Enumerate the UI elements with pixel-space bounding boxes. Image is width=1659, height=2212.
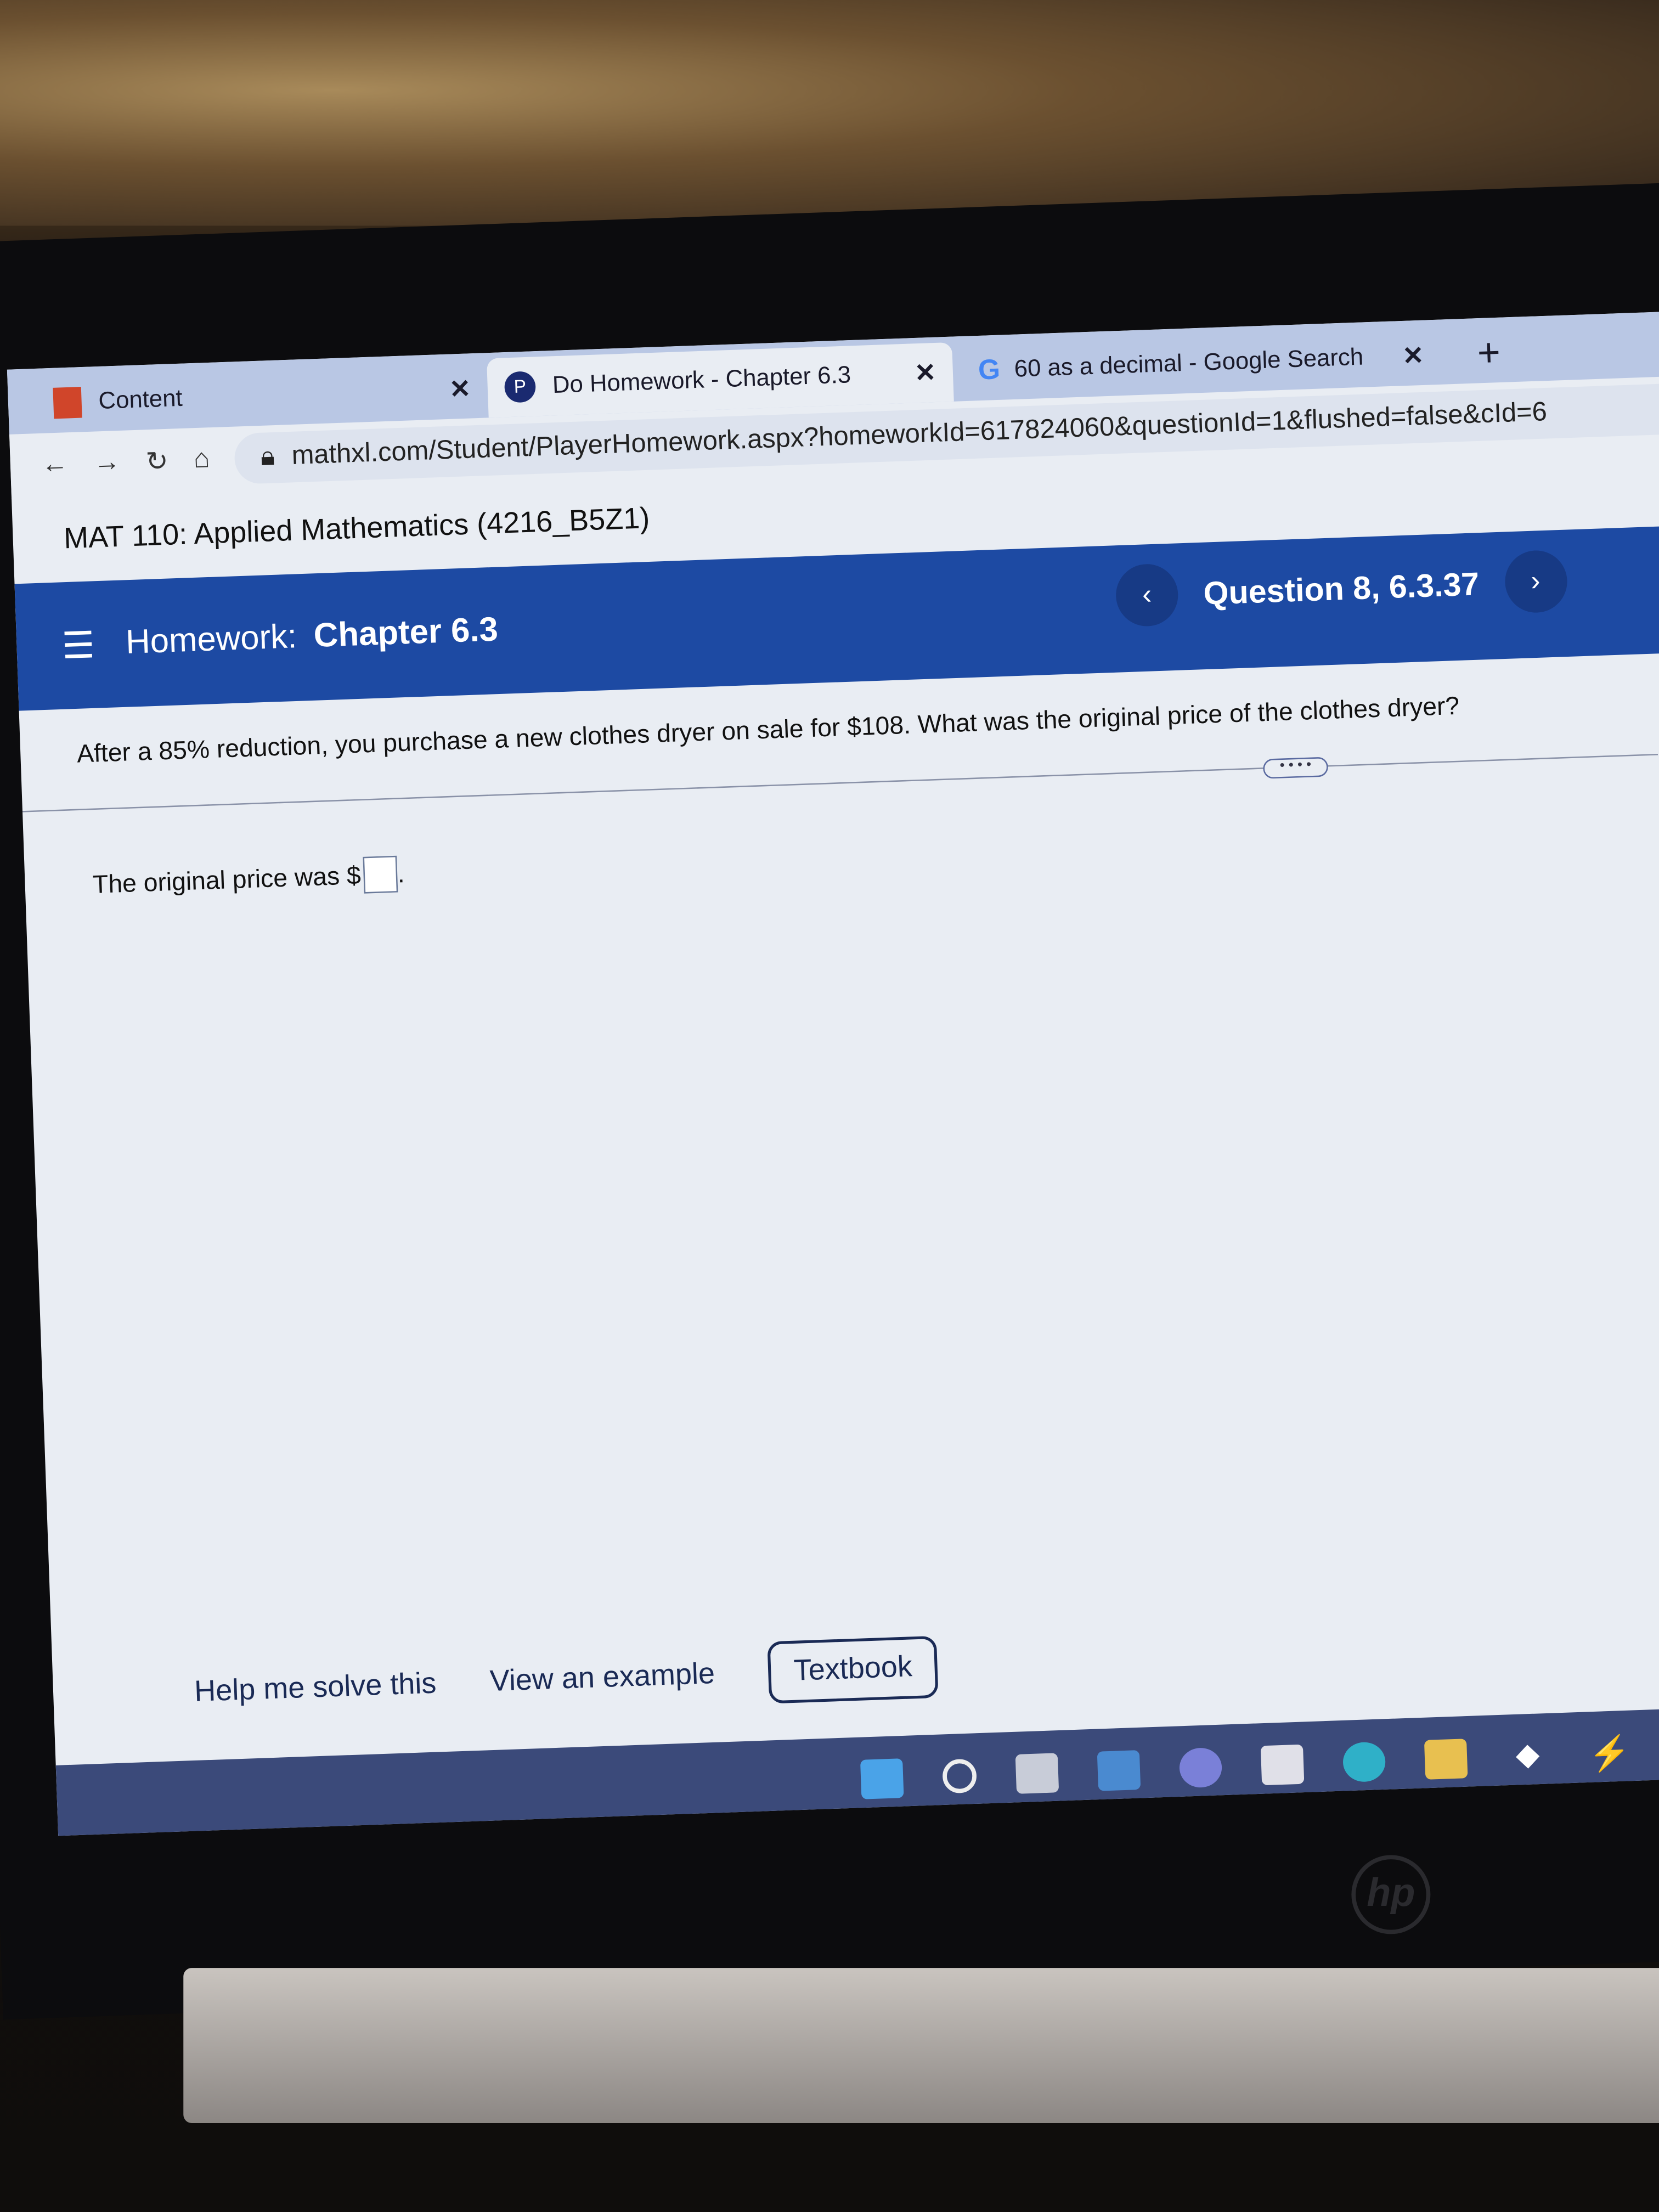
windows-start-icon[interactable] — [860, 1758, 904, 1799]
question-body: After a 85% reduction, you purchase a ne… — [76, 691, 1460, 768]
back-icon[interactable]: ← — [41, 449, 69, 481]
question-nav: ‹ Question 8, 6.3.37 › — [1115, 549, 1568, 628]
textbook-button[interactable]: Textbook — [767, 1635, 939, 1704]
widgets-icon[interactable] — [1097, 1750, 1141, 1791]
close-tab-icon[interactable]: ✕ — [1402, 341, 1424, 371]
google-g-icon: G — [978, 354, 1001, 386]
laptop-hinge — [183, 1968, 1659, 2123]
view-example-button[interactable]: View an example — [489, 1658, 715, 1700]
more-button[interactable]: • • • • — [1262, 757, 1329, 779]
homework-label: Homework: — [125, 618, 298, 662]
answer-prefix: The original price was $ — [92, 860, 362, 898]
answer-suffix: . — [397, 859, 405, 888]
homework-name: Chapter 6.3 — [313, 611, 499, 656]
question-label: Question 8, 6.3.37 — [1203, 565, 1480, 611]
answer-input[interactable] — [363, 855, 398, 894]
dropbox-icon[interactable]: ◆ — [1506, 1736, 1550, 1777]
teams-chat-icon[interactable] — [1178, 1747, 1223, 1788]
previous-question-button[interactable]: ‹ — [1115, 563, 1180, 628]
store-icon[interactable] — [1260, 1744, 1305, 1786]
app-icon[interactable]: ⚡ — [1588, 1733, 1632, 1774]
help-tools: Help me solve this View an example Textb… — [193, 1635, 939, 1724]
home-icon[interactable]: ⌂ — [193, 444, 210, 476]
search-icon[interactable] — [942, 1758, 978, 1794]
hp-logo: hp — [1351, 1855, 1431, 1934]
forward-icon[interactable]: → — [93, 448, 121, 479]
tab-label: 60 as a decimal - Google Search — [1013, 343, 1364, 383]
edge-icon[interactable] — [1342, 1741, 1386, 1783]
photo: Content ✕ P Do Homework - Chapter 6.3 ✕ … — [0, 0, 1659, 2212]
pearson-p-icon: P — [504, 371, 537, 403]
new-tab-button[interactable]: + — [1459, 323, 1518, 384]
close-tab-icon[interactable]: ✕ — [449, 374, 471, 404]
laptop-screen: Content ✕ P Do Homework - Chapter 6.3 ✕ … — [7, 311, 1659, 1836]
file-explorer-icon[interactable] — [1424, 1739, 1468, 1780]
lock-icon: 🔒︎ — [259, 442, 275, 472]
tab-label: Do Homework - Chapter 6.3 — [552, 361, 851, 399]
hamburger-menu-icon[interactable]: ☰ — [61, 623, 95, 668]
reload-icon[interactable]: ↻ — [145, 445, 169, 478]
help-me-solve-button[interactable]: Help me solve this — [194, 1667, 437, 1709]
close-tab-icon[interactable]: ✕ — [914, 358, 936, 388]
next-question-button[interactable]: › — [1503, 549, 1568, 614]
tab-label: Content — [98, 385, 183, 415]
task-view-icon[interactable] — [1015, 1753, 1059, 1794]
content-app-icon — [53, 387, 82, 419]
